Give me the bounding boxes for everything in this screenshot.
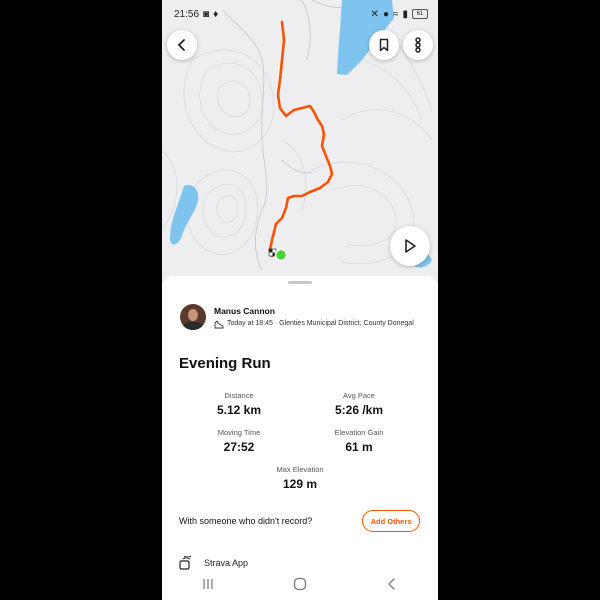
stat-elevation-gain: Elevation Gain 61 m xyxy=(299,428,419,454)
with-others-prompt: With someone who didn't record? xyxy=(179,516,313,526)
stat-distance: Distance 5.12 km xyxy=(179,391,299,417)
stat-label: Avg Pace xyxy=(343,391,375,400)
mic-icon: ♦ xyxy=(213,8,219,20)
route-map[interactable]: 21:56 ◙ ♦ ✕ ● ≈ ▮ 61 xyxy=(162,0,438,282)
stat-label: Max Elevation xyxy=(276,465,324,474)
sheet-drag-handle[interactable] xyxy=(288,281,312,284)
back-nav-icon[interactable] xyxy=(385,577,399,591)
avatar[interactable] xyxy=(180,304,206,330)
stat-value: 129 m xyxy=(282,477,318,491)
battery-icon: 61 xyxy=(412,9,428,19)
activity-sheet: Manus Cannon Today at 18:45 · Glenties M… xyxy=(162,276,438,600)
phone-screen: 21:56 ◙ ♦ ✕ ● ≈ ▮ 61 Manus Cannon Today … xyxy=(162,0,438,600)
bookmark-icon xyxy=(379,38,389,52)
play-icon xyxy=(405,239,416,253)
status-time: 21:56 xyxy=(174,8,200,20)
stat-label: Elevation Gain xyxy=(334,428,384,437)
shoe-icon xyxy=(214,320,224,334)
wifi-icon: ≈ xyxy=(392,8,399,20)
bookmark-button[interactable] xyxy=(369,30,399,60)
stat-max-elevation: Max Elevation 129 m xyxy=(240,465,360,491)
stat-label: Distance xyxy=(224,391,254,400)
more-options-button[interactable] xyxy=(403,30,433,60)
home-icon[interactable] xyxy=(293,577,307,591)
stat-value: 27:52 xyxy=(223,440,255,454)
recent-apps-icon[interactable] xyxy=(201,578,215,590)
device-label: Strava App xyxy=(204,558,249,568)
signal-icon: ▮ xyxy=(402,8,408,20)
mute-icon: ✕ xyxy=(370,8,379,20)
screen-record-icon: ◙ xyxy=(203,8,210,20)
more-vertical-icon xyxy=(415,37,421,53)
add-others-button[interactable]: Add Others xyxy=(362,510,420,532)
start-marker xyxy=(274,248,288,262)
athlete-name[interactable]: Manus Cannon xyxy=(214,306,424,316)
stat-value: 61 m xyxy=(345,440,373,454)
stat-avg-pace: Avg Pace 5:26 /km xyxy=(299,391,419,417)
flyover-play-button[interactable] xyxy=(390,226,430,266)
activity-meta: Today at 18:45 · Glenties Municipal Dist… xyxy=(227,320,414,327)
stat-moving-time: Moving Time 27:52 xyxy=(179,428,299,454)
activity-title: Evening Run xyxy=(179,355,271,372)
stat-value: 5:26 /km xyxy=(334,403,384,417)
athlete-header[interactable]: Manus Cannon Today at 18:45 · Glenties M… xyxy=(180,304,424,334)
status-bar: 21:56 ◙ ♦ ✕ ● ≈ ▮ 61 xyxy=(174,7,428,21)
location-icon: ● xyxy=(382,8,389,20)
stat-label: Moving Time xyxy=(217,428,261,437)
system-nav-bar xyxy=(162,568,438,600)
chevron-left-icon xyxy=(178,39,185,51)
stat-value: 5.12 km xyxy=(216,403,262,417)
back-button[interactable] xyxy=(167,30,197,60)
